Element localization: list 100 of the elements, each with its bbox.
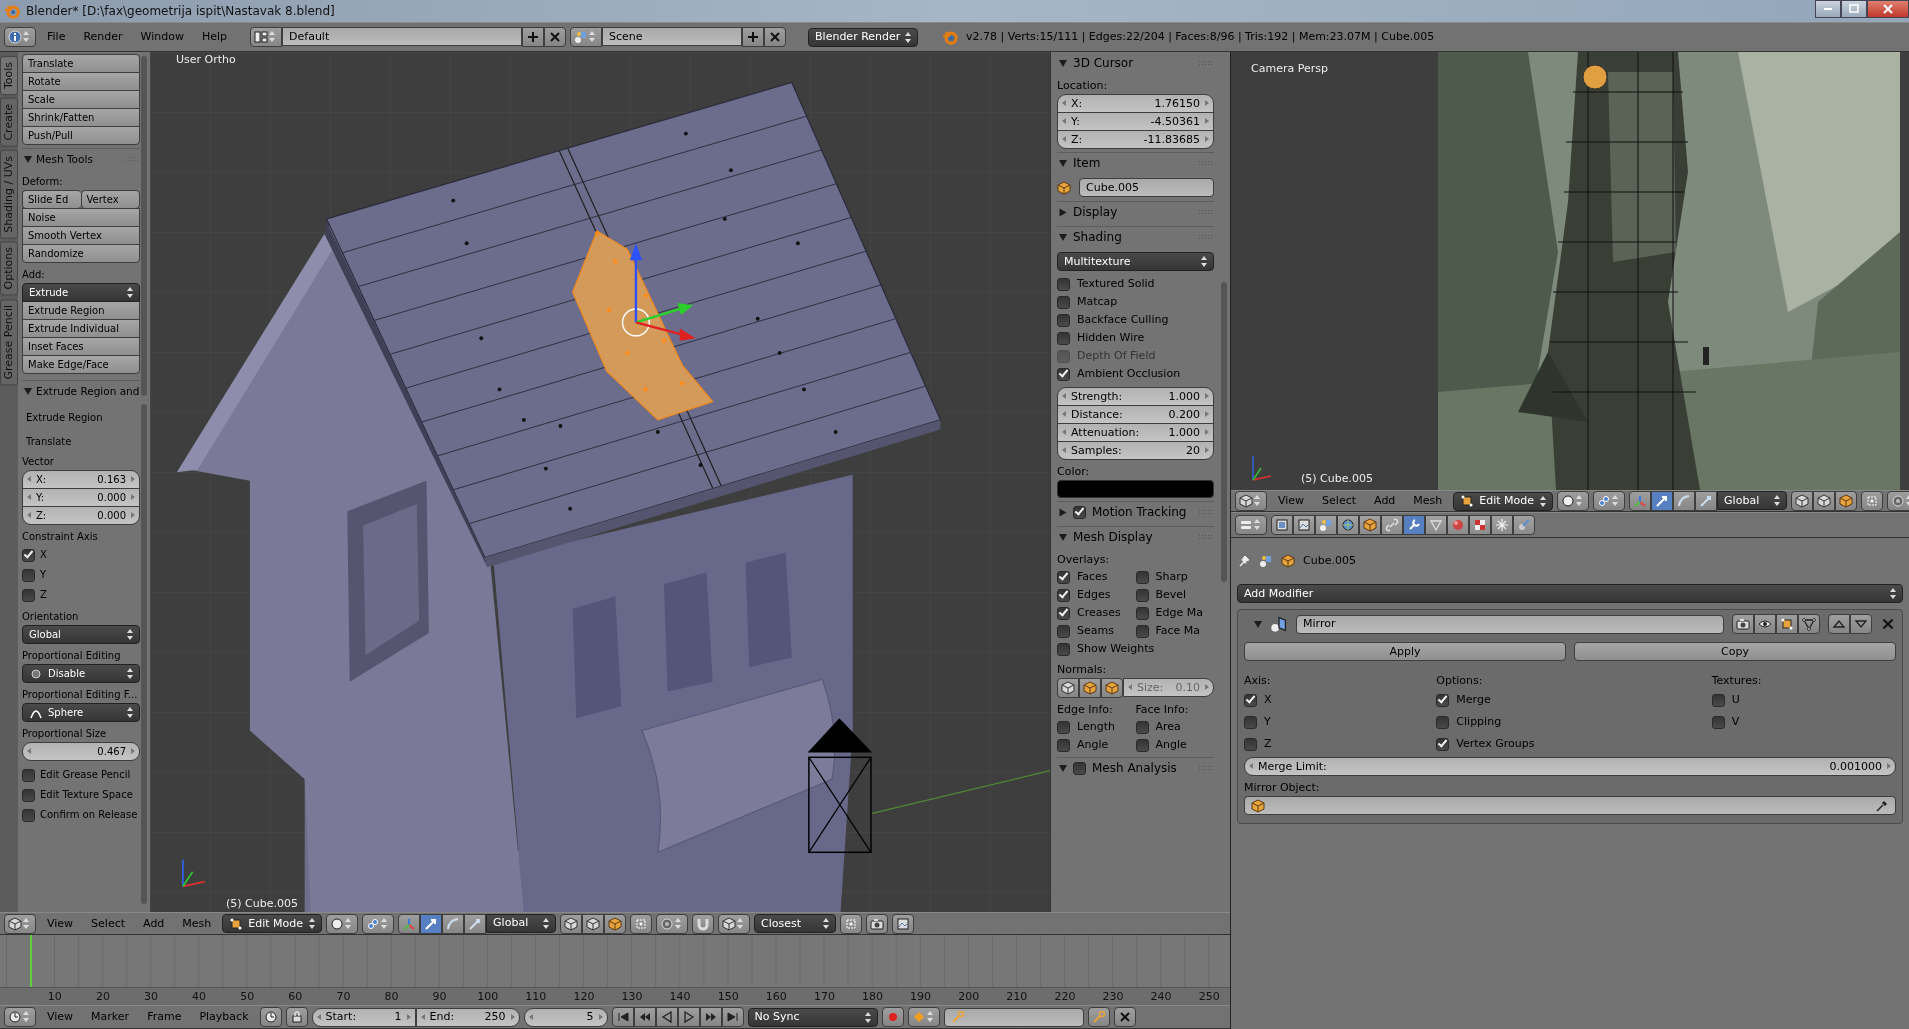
menu-item[interactable]: Add [136, 916, 172, 931]
copy-button[interactable]: Copy [1574, 642, 1896, 661]
editor-type-button[interactable] [1235, 491, 1267, 511]
manipulator-button[interactable] [398, 913, 421, 934]
keyframe-button[interactable] [907, 1007, 940, 1027]
shading-checkbox[interactable]: Textured Solid [1057, 275, 1155, 293]
object-name-field[interactable]: Cube.005 [1079, 178, 1214, 197]
shading-button[interactable] [1557, 491, 1590, 511]
snap-option-button[interactable] [840, 913, 863, 934]
expand-arrow-icon[interactable] [1059, 59, 1067, 67]
move-down-button[interactable] [1850, 614, 1872, 634]
move-up-button[interactable] [1828, 614, 1850, 634]
playback-button[interactable] [611, 1007, 634, 1027]
orientation-dropdown[interactable]: Global [22, 625, 140, 644]
properties-tab[interactable] [1447, 515, 1469, 535]
weights-checkbox[interactable]: Show Weights [1057, 640, 1155, 658]
scrollbar[interactable] [141, 56, 147, 396]
close-button[interactable] [1867, 0, 1909, 18]
tool-button[interactable]: Shrink/Fatten [22, 108, 140, 127]
playback-button[interactable] [655, 1007, 678, 1027]
scrollbar[interactable] [141, 404, 147, 904]
close-icon[interactable] [1880, 616, 1896, 632]
expand-arrow-icon[interactable] [1059, 208, 1067, 217]
apply-button[interactable]: Apply [1244, 642, 1566, 661]
menu-item[interactable]: Mesh [175, 916, 219, 931]
editor-type-button[interactable] [4, 1007, 36, 1027]
preview-range-button[interactable] [259, 1007, 282, 1027]
mirror-object-field[interactable] [1244, 796, 1896, 815]
properties-tab[interactable] [1425, 515, 1447, 535]
vector-field[interactable]: Y: 0.000 [22, 488, 140, 507]
current-frame-field[interactable]: 5 [523, 1007, 608, 1027]
overlay-checkbox[interactable]: Edges [1057, 586, 1111, 604]
normal-size-field[interactable]: Size: 0.10 [1123, 678, 1214, 697]
axis-checkbox[interactable]: Z [22, 585, 47, 605]
snap-button[interactable] [630, 913, 653, 934]
menu-item[interactable]: Help [194, 30, 235, 44]
playback-button[interactable] [633, 1007, 656, 1027]
editor-type-button[interactable] [4, 27, 36, 47]
playback-button[interactable] [677, 1007, 700, 1027]
shading-mode-dropdown[interactable]: Multitexture [1057, 252, 1214, 271]
remove-button[interactable] [544, 27, 567, 47]
manipulator-mode-button[interactable] [420, 913, 443, 934]
layer-button[interactable] [1791, 491, 1814, 511]
panel-header[interactable]: Mesh Display [1057, 526, 1214, 548]
properties-tab[interactable] [1337, 515, 1359, 535]
texture-checkbox[interactable]: U [1711, 689, 1740, 711]
manipulator-mode-button[interactable] [1673, 491, 1696, 511]
shelf-tab[interactable]: Create [0, 98, 18, 147]
orientation-dropdown[interactable]: Global [1717, 491, 1788, 510]
normals-button[interactable] [1079, 678, 1101, 698]
render-button[interactable] [892, 913, 915, 934]
menu-item[interactable]: View [40, 1010, 81, 1024]
remove-button[interactable] [764, 27, 787, 47]
properties-tab[interactable] [1403, 515, 1425, 535]
properties-tab[interactable] [1469, 515, 1491, 535]
add-modifier-dropdown[interactable]: Add Modifier [1237, 584, 1903, 603]
properties-tab[interactable] [1513, 515, 1535, 535]
scene-field[interactable]: Scene [602, 27, 743, 46]
snap-element-button[interactable] [718, 913, 751, 934]
overlay-checkbox[interactable]: Face Ma [1135, 622, 1201, 640]
playback-button[interactable] [699, 1007, 722, 1027]
menu-item[interactable]: Render [76, 30, 130, 44]
option-checkbox[interactable]: Vertex Groups [1436, 733, 1535, 755]
visibility-button[interactable] [1754, 614, 1776, 634]
menu-item[interactable]: Select [1315, 494, 1364, 508]
pivot-button[interactable] [1593, 491, 1626, 511]
tool-button[interactable]: Make Edge/Face [22, 355, 140, 374]
manipulator-mode-button[interactable] [1651, 491, 1674, 511]
menu-item[interactable]: Window [133, 30, 191, 44]
eyedropper-icon[interactable] [1875, 798, 1889, 813]
menu-item[interactable]: File [40, 30, 73, 44]
properties-tab[interactable] [1359, 515, 1381, 535]
sync-dropdown[interactable]: No Sync [747, 1007, 878, 1027]
properties-tab[interactable] [1491, 515, 1513, 535]
manipulator-mode-button[interactable] [1695, 491, 1718, 511]
shading-checkbox[interactable]: Ambient Occlusion [1057, 365, 1181, 383]
menu-item[interactable]: Add [1367, 494, 1403, 508]
manipulator-button[interactable] [1629, 491, 1652, 511]
snap-toggle-button[interactable] [692, 913, 715, 934]
editor-type-button[interactable] [1235, 515, 1267, 535]
shelf-tab[interactable]: Tools [0, 56, 18, 96]
panel-header[interactable]: Shading [1057, 226, 1214, 248]
falloff-dropdown[interactable]: Sphere [22, 703, 140, 722]
pivot-button[interactable] [362, 913, 395, 934]
layer-button[interactable] [1813, 491, 1836, 511]
overlay-checkbox[interactable]: Creases [1057, 604, 1121, 622]
panel-checkbox[interactable] [1073, 506, 1086, 519]
axis-checkbox[interactable]: X [1244, 689, 1272, 711]
transform-manipulator-drawing[interactable] [621, 243, 696, 341]
tool-button[interactable]: Push/Pull [22, 126, 140, 145]
expand-arrow-icon[interactable] [1059, 234, 1067, 241]
shading-button[interactable] [326, 913, 359, 934]
layer-button[interactable] [1835, 491, 1858, 511]
minimize-button[interactable] [1815, 0, 1841, 18]
end-frame-field[interactable]: End: 250 [415, 1007, 520, 1027]
manipulator-mode-button[interactable] [442, 913, 465, 934]
properties-tab[interactable] [1381, 515, 1403, 535]
shading-checkbox[interactable]: Matcap [1057, 293, 1118, 311]
tool-button[interactable]: Slide Ed [22, 190, 81, 209]
maximize-button[interactable] [1841, 0, 1867, 18]
